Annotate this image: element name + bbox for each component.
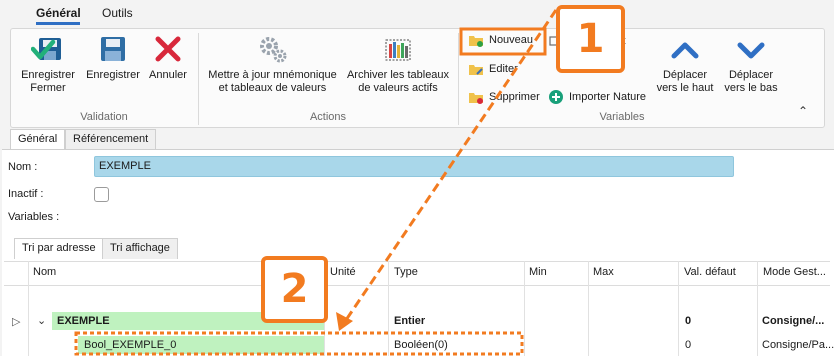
- highlight-new-button: [459, 27, 547, 56]
- annotation-overlay: [74, 9, 558, 356]
- highlight-new-row: [74, 331, 524, 356]
- callout-step-2: 2: [261, 256, 328, 323]
- callout-step-1: 1: [556, 5, 625, 73]
- app-window: { "menu": { "tabs": ["Général", "Outils"…: [0, 0, 834, 356]
- annotation-arrow: [344, 9, 558, 321]
